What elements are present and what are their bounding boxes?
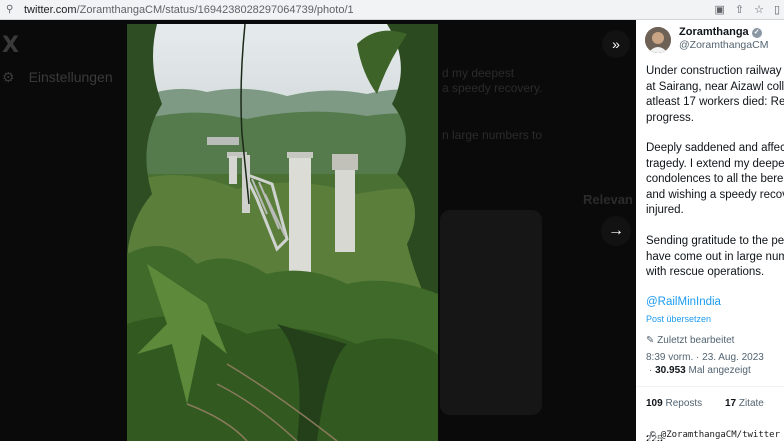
- browser-address-bar[interactable]: ⚲ twitter.com/ZoramthangaCM/status/16942…: [0, 0, 784, 20]
- lock-icon[interactable]: ⚲: [6, 4, 18, 16]
- tweet-line: progress.: [646, 111, 694, 124]
- tweet-line: have come out in large num: [646, 250, 784, 263]
- avatar-image: [645, 27, 671, 53]
- tweet-line: Sending gratitude to the pe: [646, 235, 784, 247]
- view-count: · 30.953 Mal angezeigt: [649, 365, 751, 376]
- tweet-line: Deeply saddened and affec: [646, 142, 784, 154]
- background-text: a speedy recovery.: [442, 81, 543, 95]
- background-text: n large numbers to: [442, 128, 543, 142]
- tweet-line: injured.: [646, 204, 684, 216]
- quotes-link[interactable]: 17 Zitate: [725, 398, 774, 409]
- background-card: [440, 210, 542, 415]
- divider: [636, 386, 784, 387]
- expand-icon[interactable]: »: [602, 30, 630, 58]
- x-logo-icon[interactable]: X: [2, 33, 19, 58]
- url-text[interactable]: twitter.com/ZoramthangaCM/status/1694238…: [24, 4, 354, 16]
- tweet-line: tragedy. I extend my deepes: [646, 157, 784, 170]
- background-text: d my deepest: [442, 66, 515, 80]
- tweet-photo[interactable]: [127, 24, 438, 441]
- extensions-icon[interactable]: ▯: [774, 3, 780, 16]
- edited-indicator[interactable]: ✎ Zuletzt bearbeitet: [646, 335, 734, 346]
- gear-icon: ⚙: [2, 69, 15, 85]
- star-icon[interactable]: ☆: [754, 3, 764, 16]
- author-handle[interactable]: @ZoramthangaCM: [679, 39, 768, 51]
- translate-link[interactable]: Post übersetzen: [646, 314, 711, 324]
- install-icon[interactable]: ▣: [714, 3, 724, 16]
- tweet-line: Under construction railway: [646, 65, 782, 77]
- author-name[interactable]: Zoramthanga ✓: [679, 26, 762, 38]
- tweet-line: and wishing a speedy recov: [646, 188, 784, 201]
- next-arrow-icon[interactable]: →: [601, 216, 631, 246]
- tweet-line: atleast 17 workers died: Res: [646, 96, 784, 108]
- tweet-panel: Zoramthanga ✓ @ZoramthangaCM Under constr…: [636, 20, 784, 441]
- engagement-stats: 109 Reposts 17 Zitate: [646, 398, 784, 409]
- tweet-line: with rescue operations.: [646, 266, 765, 278]
- tweet-line: condolences to all the berea: [646, 173, 784, 185]
- pencil-icon: ✎: [646, 335, 655, 346]
- reposts-link[interactable]: 109 Reposts: [646, 398, 712, 409]
- verified-badge-icon: ✓: [751, 28, 762, 38]
- share-icon[interactable]: ⇧: [735, 3, 744, 16]
- avatar[interactable]: [645, 27, 671, 53]
- tweet-line: at Sairang, near Aizawl coll: [646, 80, 784, 93]
- background-heading: Relevan: [583, 192, 633, 207]
- browser-actions: ▣ ⇧ ☆ ▯: [714, 3, 780, 16]
- tweet-timestamp[interactable]: 8:39 vorm. · 23. Aug. 2023: [646, 352, 764, 363]
- mention-link[interactable]: @RailMinIndia: [646, 296, 721, 308]
- photo-credit: © @ZoramthangaCM/twitter: [647, 430, 782, 440]
- settings-link[interactable]: ⚙ Einstellungen: [2, 69, 113, 86]
- bridge-collapse-photo: [127, 24, 438, 441]
